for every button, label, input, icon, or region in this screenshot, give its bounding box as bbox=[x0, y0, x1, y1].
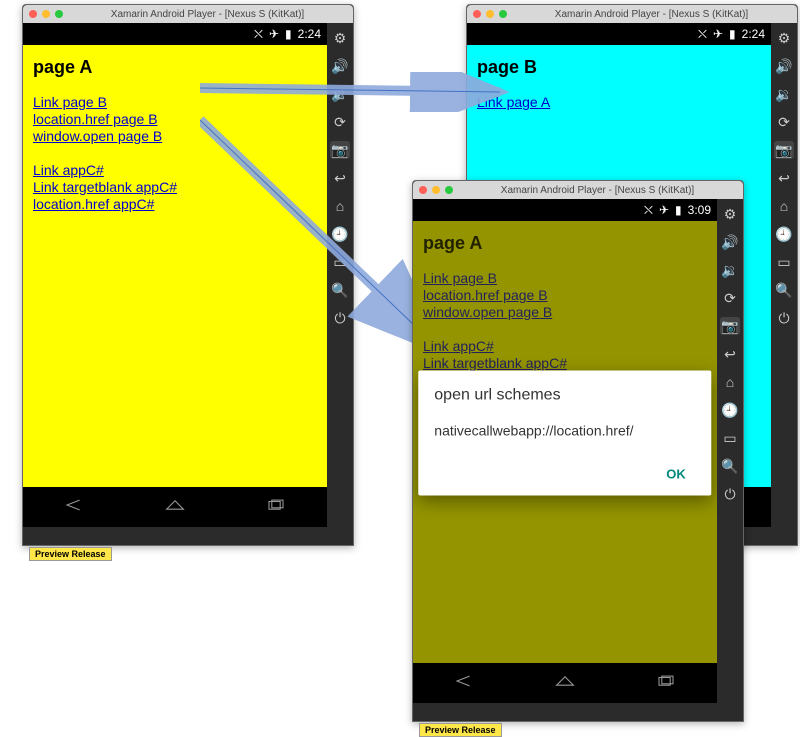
clock-text: 3:09 bbox=[688, 203, 711, 217]
clock-icon[interactable]: 🕘 bbox=[721, 401, 739, 419]
crop-icon[interactable]: ▭ bbox=[775, 253, 793, 271]
home-button[interactable] bbox=[161, 495, 189, 520]
android-statusbar: ⛌ ✈ ▮ 2:24 bbox=[467, 23, 771, 45]
link-link-page-b[interactable]: Link page B bbox=[33, 94, 317, 110]
home-button[interactable] bbox=[551, 671, 579, 696]
android-statusbar: ⛌ ✈ ▮ 3:09 bbox=[413, 199, 717, 221]
min-dot[interactable] bbox=[486, 10, 494, 18]
gear-icon[interactable]: ⚙ bbox=[775, 29, 793, 47]
android-navbar bbox=[413, 663, 717, 703]
back-icon[interactable]: ↩ bbox=[721, 345, 739, 363]
gear-icon[interactable]: ⚙ bbox=[721, 205, 739, 223]
bug-icon: ⛌ bbox=[644, 203, 653, 218]
refresh-icon[interactable]: ⟳ bbox=[721, 289, 739, 307]
home-icon[interactable]: ⌂ bbox=[775, 197, 793, 215]
back-button[interactable] bbox=[60, 495, 88, 520]
airplane-icon: ✈ bbox=[269, 27, 279, 41]
link-link-targetblank-appc-[interactable]: Link targetblank appC# bbox=[33, 179, 317, 195]
screen: page ALink page Blocation.href page Bwin… bbox=[413, 221, 717, 663]
power-icon[interactable]: ⏻ bbox=[721, 485, 739, 503]
link-link-page-a[interactable]: Link page A bbox=[477, 94, 761, 110]
dialog-title: open url schemes bbox=[434, 387, 695, 405]
dialog-message: nativecallwebapp://location.href/ bbox=[434, 423, 695, 439]
titlebar: Xamarin Android Player - [Nexus S (KitKa… bbox=[467, 5, 797, 23]
airplane-icon: ✈ bbox=[713, 27, 723, 41]
volume-up-icon[interactable]: 🔊 bbox=[775, 57, 793, 75]
battery-icon: ▮ bbox=[675, 203, 682, 217]
clock-text: 2:24 bbox=[298, 27, 321, 41]
back-icon[interactable]: ↩ bbox=[331, 169, 349, 187]
volume-up-icon[interactable]: 🔊 bbox=[331, 57, 349, 75]
page-title: page A bbox=[33, 57, 317, 78]
back-icon[interactable]: ↩ bbox=[775, 169, 793, 187]
volume-down-icon[interactable]: 🔉 bbox=[721, 261, 739, 279]
battery-icon: ▮ bbox=[729, 27, 736, 41]
camera-icon[interactable]: 📷 bbox=[720, 317, 740, 335]
volume-down-icon[interactable]: 🔉 bbox=[331, 85, 349, 103]
crop-icon[interactable]: ▭ bbox=[721, 429, 739, 447]
power-icon[interactable]: ⏻ bbox=[331, 309, 349, 327]
titlebar: Xamarin Android Player - [Nexus S (KitKa… bbox=[23, 5, 353, 23]
emulator-side-toolbar: ⚙ 🔊 🔉 ⟳ 📷 ↩ ⌂ 🕘 ▭ 🔍 ⏻ bbox=[717, 199, 743, 703]
min-dot[interactable] bbox=[42, 10, 50, 18]
search-icon[interactable]: 🔍 bbox=[721, 457, 739, 475]
close-dot[interactable] bbox=[419, 186, 427, 194]
emulator-side-toolbar: ⚙ 🔊 🔉 ⟳ 📷 ↩ ⌂ 🕘 ▭ 🔍 ⏻ bbox=[327, 23, 353, 527]
back-button[interactable] bbox=[450, 671, 478, 696]
volume-up-icon[interactable]: 🔊 bbox=[721, 233, 739, 251]
min-dot[interactable] bbox=[432, 186, 440, 194]
search-icon[interactable]: 🔍 bbox=[775, 281, 793, 299]
clock-icon[interactable]: 🕘 bbox=[775, 225, 793, 243]
clock-text: 2:24 bbox=[742, 27, 765, 41]
page-title: page B bbox=[477, 57, 761, 78]
emulator-page-a: Xamarin Android Player - [Nexus S (KitKa… bbox=[22, 4, 354, 546]
power-icon[interactable]: ⏻ bbox=[775, 309, 793, 327]
titlebar: Xamarin Android Player - [Nexus S (KitKa… bbox=[413, 181, 743, 199]
max-dot[interactable] bbox=[55, 10, 63, 18]
max-dot[interactable] bbox=[445, 186, 453, 194]
gear-icon[interactable]: ⚙ bbox=[331, 29, 349, 47]
refresh-icon[interactable]: ⟳ bbox=[331, 113, 349, 131]
link-link-appc-[interactable]: Link appC# bbox=[33, 162, 317, 178]
bug-icon: ⛌ bbox=[254, 27, 263, 42]
dialog-ok-button[interactable]: OK bbox=[656, 459, 696, 490]
link-location-href-page-b[interactable]: location.href page B bbox=[33, 111, 317, 127]
camera-icon[interactable]: 📷 bbox=[774, 141, 794, 159]
max-dot[interactable] bbox=[499, 10, 507, 18]
search-icon[interactable]: 🔍 bbox=[331, 281, 349, 299]
preview-badge: Preview Release bbox=[419, 723, 502, 737]
window-title: Xamarin Android Player - [Nexus S (KitKa… bbox=[512, 9, 791, 20]
emulator-page-a-dialog: Xamarin Android Player - [Nexus S (KitKa… bbox=[412, 180, 744, 722]
home-icon[interactable]: ⌂ bbox=[721, 373, 739, 391]
window-title: Xamarin Android Player - [Nexus S (KitKa… bbox=[458, 185, 737, 196]
android-statusbar: ⛌ ✈ ▮ 2:24 bbox=[23, 23, 327, 45]
link-window-open-page-b[interactable]: window.open page B bbox=[33, 128, 317, 144]
url-scheme-dialog: open url schemes nativecallwebapp://loca… bbox=[418, 371, 711, 496]
window-title: Xamarin Android Player - [Nexus S (KitKa… bbox=[68, 9, 347, 20]
emulator-side-toolbar: ⚙ 🔊 🔉 ⟳ 📷 ↩ ⌂ 🕘 ▭ 🔍 ⏻ bbox=[771, 23, 797, 527]
volume-down-icon[interactable]: 🔉 bbox=[775, 85, 793, 103]
screen: page A Link page Blocation.href page Bwin… bbox=[23, 45, 327, 487]
home-icon[interactable]: ⌂ bbox=[331, 197, 349, 215]
bug-icon: ⛌ bbox=[698, 27, 707, 42]
airplane-icon: ✈ bbox=[659, 203, 669, 217]
crop-icon[interactable]: ▭ bbox=[331, 253, 349, 271]
camera-icon[interactable]: 📷 bbox=[330, 141, 350, 159]
battery-icon: ▮ bbox=[285, 27, 292, 41]
preview-badge: Preview Release bbox=[29, 547, 112, 561]
close-dot[interactable] bbox=[29, 10, 37, 18]
android-navbar bbox=[23, 487, 327, 527]
link-location-href-appc-[interactable]: location.href appC# bbox=[33, 196, 317, 212]
refresh-icon[interactable]: ⟳ bbox=[775, 113, 793, 131]
clock-icon[interactable]: 🕘 bbox=[331, 225, 349, 243]
recent-button[interactable] bbox=[652, 671, 680, 696]
close-dot[interactable] bbox=[473, 10, 481, 18]
recent-button[interactable] bbox=[262, 495, 290, 520]
page-a-content: page A Link page Blocation.href page Bwin… bbox=[23, 45, 327, 487]
